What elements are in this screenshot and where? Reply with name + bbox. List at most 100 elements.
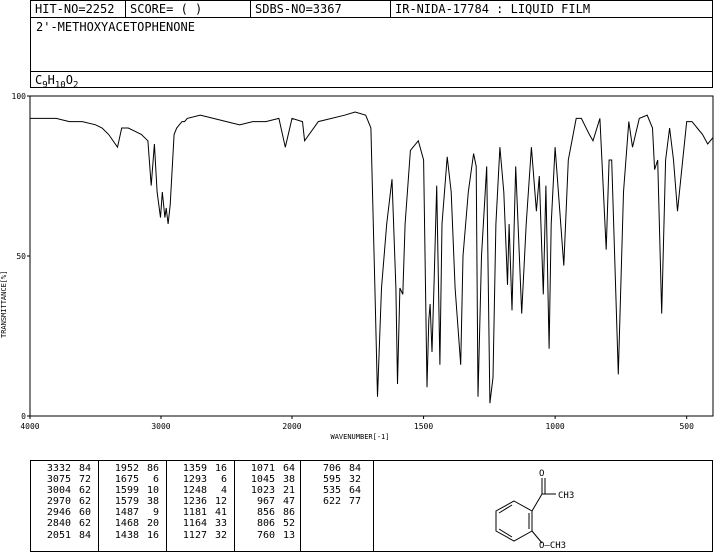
peak-transmittance: 4 xyxy=(220,485,227,497)
peak-row: 1952 86 xyxy=(105,463,166,474)
formula-row: C9H10O2 xyxy=(31,71,712,90)
peak-transmittance: 21 xyxy=(282,485,295,497)
peak-transmittance: 86 xyxy=(282,507,295,519)
peak-row: 1293 6 xyxy=(173,474,234,485)
peak-transmittance: 41 xyxy=(214,507,227,519)
peak-row: 706 84 xyxy=(307,463,373,474)
molecule-structure: O CH3 O—CH3 xyxy=(495,469,574,551)
peak-wavenumber: 3004 xyxy=(46,485,71,497)
peak-wavenumber: 2840 xyxy=(46,518,71,530)
peak-transmittance: 33 xyxy=(214,518,227,530)
x-tick-label: 1500 xyxy=(414,422,433,431)
peak-transmittance: 62 xyxy=(78,518,91,530)
peak-transmittance: 64 xyxy=(348,485,361,497)
peak-transmittance: 38 xyxy=(146,496,159,508)
peak-row: 2840 62 xyxy=(37,518,98,529)
peak-row: 1599 10 xyxy=(105,485,166,496)
peak-transmittance: 12 xyxy=(214,496,227,508)
header-info-row: HIT-NO=2252 SCORE= ( ) SDBS-NO=3367 IR-N… xyxy=(31,1,712,18)
peak-wavenumber: 2051 xyxy=(46,529,71,541)
peak-column: 1359 16 1293 6 1248 4 1236 12 1181 41 1164 33 1127 32 xyxy=(167,461,235,551)
peak-row: 1045 38 xyxy=(241,474,300,485)
peak-row: 595 32 xyxy=(307,474,373,485)
peak-wavenumber: 856 xyxy=(256,507,275,519)
peak-transmittance: 16 xyxy=(146,529,159,541)
peak-wavenumber: 2970 xyxy=(46,496,71,508)
peak-row: 1438 16 xyxy=(105,530,166,541)
peak-wavenumber: 760 xyxy=(256,529,275,541)
peak-row: 1675 6 xyxy=(105,474,166,485)
score: SCORE= ( ) xyxy=(126,1,251,18)
x-tick-label: 2000 xyxy=(282,422,301,431)
peak-wavenumber: 1164 xyxy=(182,518,207,530)
peak-wavenumber: 1487 xyxy=(114,507,139,519)
x-tick-label: 500 xyxy=(679,422,694,431)
methyl-label: CH3 xyxy=(558,491,574,501)
y-tick-label: 100 xyxy=(12,92,27,101)
peak-row: 1248 4 xyxy=(173,485,234,496)
structure-drawing: O CH3 O—CH3 xyxy=(374,461,712,551)
peak-wavenumber: 2946 xyxy=(46,507,71,519)
peak-transmittance: 16 xyxy=(214,463,227,474)
peak-wavenumber: 1071 xyxy=(250,463,275,474)
peak-wavenumber: 967 xyxy=(256,496,275,508)
spectrum-line xyxy=(30,111,714,404)
peak-transmittance: 62 xyxy=(78,485,91,497)
peak-row: 3075 72 xyxy=(37,474,98,485)
spectrum-svg: 0 50 100 4000 3000 2000 1500 1000 500 TRANSMITT… xyxy=(0,92,714,441)
y-tick-label: 50 xyxy=(16,252,26,261)
peak-row: 1071 64 xyxy=(241,463,300,474)
x-tick-label: 3000 xyxy=(151,422,170,431)
y-axis-label: TRANSMITTANCE[%] xyxy=(0,271,8,338)
y-tick-label: 0 xyxy=(21,412,26,421)
peak-transmittance: 32 xyxy=(348,474,361,486)
peak-row: 1579 38 xyxy=(105,496,166,507)
peak-row: 1164 33 xyxy=(173,518,234,529)
peak-transmittance: 6 xyxy=(152,474,159,486)
peak-column: 3332 84 3075 72 3004 62 2970 62 2946 60 2840 62 2051… xyxy=(31,461,99,551)
peak-transmittance: 10 xyxy=(146,485,159,497)
peak-row: 2051 84 xyxy=(37,530,98,541)
peak-transmittance: 60 xyxy=(78,507,91,519)
ir-spectrum-chart: 0 50 100 4000 3000 2000 1500 1000 500 TRANSMITT… xyxy=(0,88,715,446)
peak-wavenumber: 3332 xyxy=(46,463,71,474)
x-tick-label: 4000 xyxy=(20,422,39,431)
peak-row: 856 86 xyxy=(241,507,300,518)
carbonyl-oxygen-label: O xyxy=(539,469,544,479)
peak-transmittance: 47 xyxy=(282,496,295,508)
peak-transmittance: 13 xyxy=(282,529,295,541)
peak-wavenumber: 1438 xyxy=(114,529,139,541)
peak-wavenumber: 595 xyxy=(322,474,341,486)
peak-row: 2970 62 xyxy=(37,496,98,507)
peak-wavenumber: 1248 xyxy=(182,485,207,497)
peak-row: 1236 12 xyxy=(173,496,234,507)
peak-row: 1359 16 xyxy=(173,463,234,474)
peak-transmittance: 86 xyxy=(146,463,159,474)
peak-wavenumber: 1023 xyxy=(250,485,275,497)
peak-row: 3332 84 xyxy=(37,463,98,474)
peak-transmittance: 38 xyxy=(282,474,295,486)
peak-transmittance: 72 xyxy=(78,474,91,486)
peak-column: 706 84 595 32 535 64 622 77 xyxy=(301,461,374,551)
peak-wavenumber: 3075 xyxy=(46,474,71,486)
peak-transmittance: 6 xyxy=(220,474,227,486)
peak-row: 967 47 xyxy=(241,496,300,507)
peak-wavenumber: 1181 xyxy=(182,507,207,519)
peak-row: 535 64 xyxy=(307,485,373,496)
peak-transmittance: 32 xyxy=(214,529,227,541)
peak-row: 2946 60 xyxy=(37,507,98,518)
peak-wavenumber: 1579 xyxy=(114,496,139,508)
peak-column: 1071 64 1045 38 1023 21 967 47 856 86 806 52 760 13 xyxy=(235,461,301,551)
peak-transmittance: 84 xyxy=(78,529,91,541)
peak-wavenumber: 1045 xyxy=(250,474,275,486)
peak-wavenumber: 1293 xyxy=(182,474,207,486)
peak-transmittance: 9 xyxy=(152,507,159,519)
sdbs-number: SDBS-NO=3367 xyxy=(251,1,391,18)
peak-row: 760 13 xyxy=(241,530,300,541)
peak-row: 1023 21 xyxy=(241,485,300,496)
peak-wavenumber: 1952 xyxy=(114,463,139,474)
peak-row: 3004 62 xyxy=(37,485,98,496)
peak-wavenumber: 1236 xyxy=(182,496,207,508)
peak-table: 3332 84 3075 72 3004 62 2970 62 2946 60 2840 62 2051… xyxy=(30,460,713,552)
hit-number: HIT-NO=2252 xyxy=(31,1,126,18)
